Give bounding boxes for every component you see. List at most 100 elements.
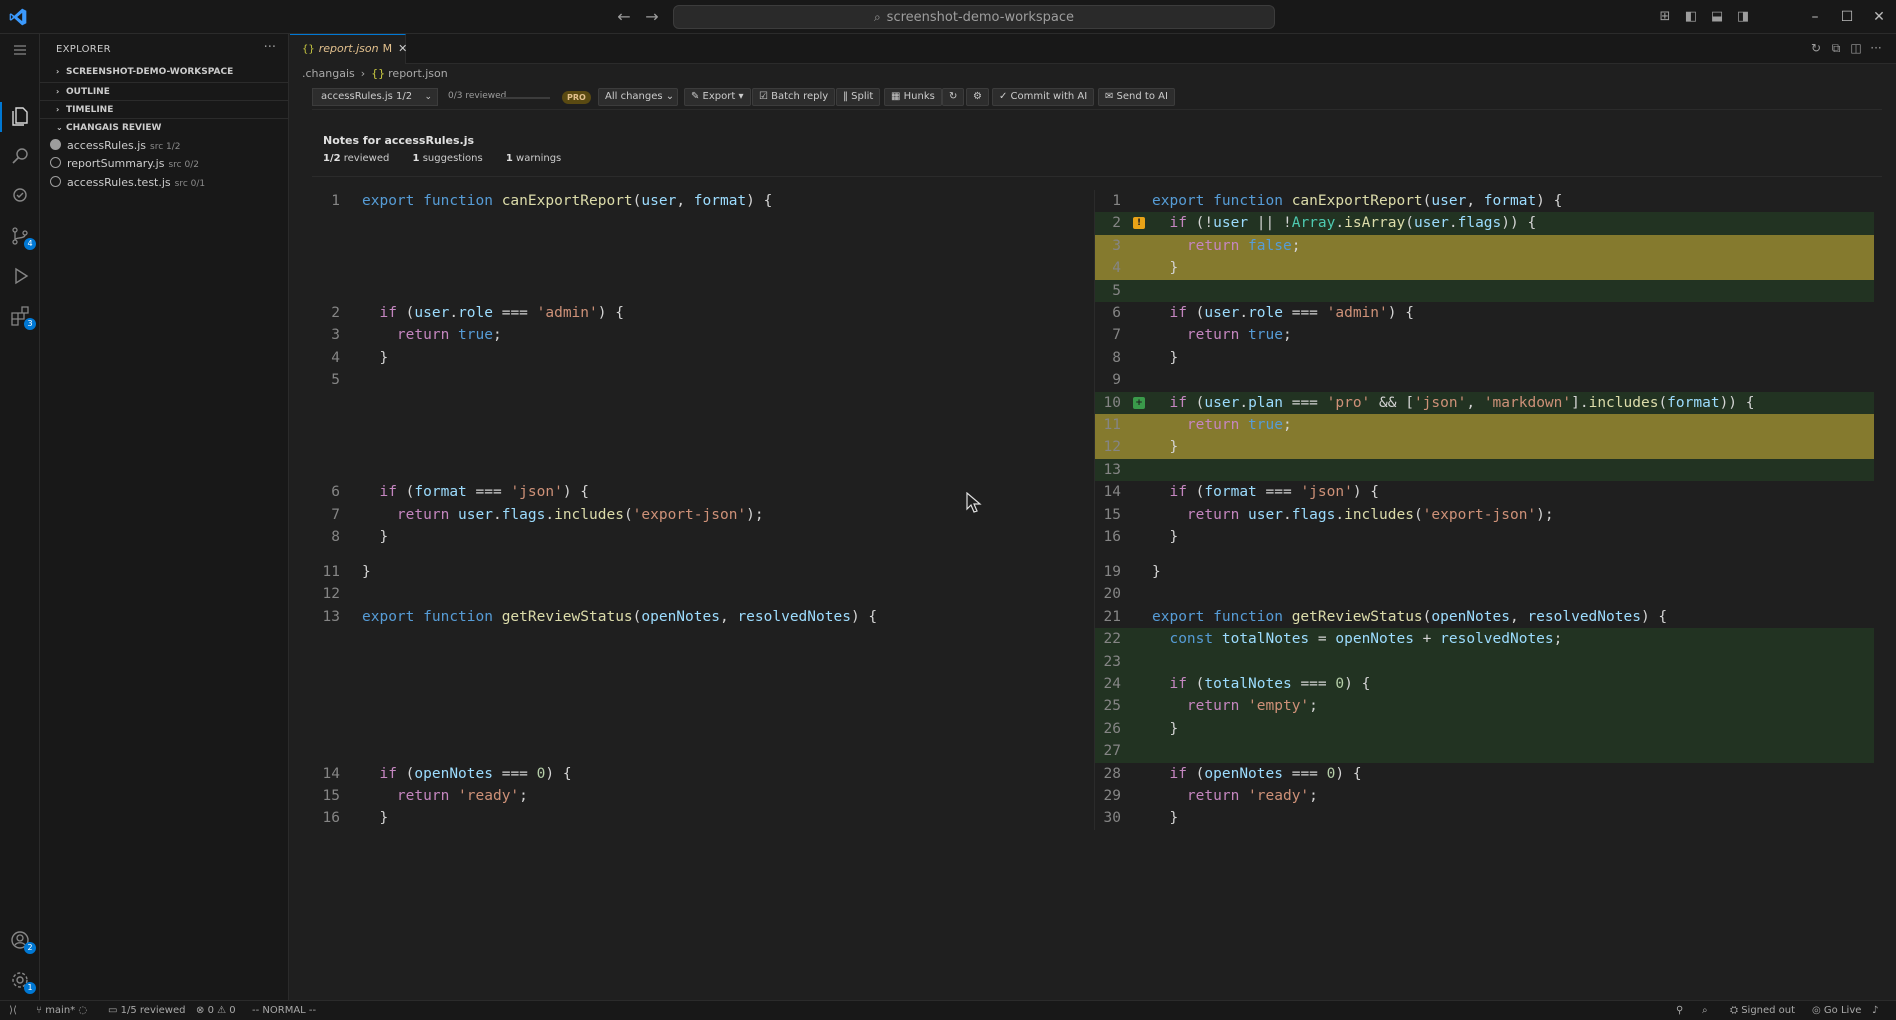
code-line: 8 } (331, 529, 389, 545)
code-line-added: 25 return 'empty'; (1095, 695, 1874, 718)
code-line-added: 2! if (!user || !Array.isArray(user.flag… (1095, 212, 1874, 235)
chevron-right-icon: › (56, 67, 60, 76)
code-line-added: 24 if (totalNotes === 0) { (1095, 673, 1874, 696)
activity-bar: 4 3 2 1 (0, 34, 40, 1000)
go-live-button[interactable]: ◎ Go Live (1812, 1001, 1861, 1020)
code-line-added: 27 (1095, 740, 1874, 763)
code-line-added: 5 (1095, 279, 1874, 302)
more-actions-icon[interactable]: ··· (1866, 41, 1886, 55)
section-outline[interactable]: › OUTLINE (40, 82, 289, 100)
review-toolbar: accessRules.js 1/2 ⌄ 0/3 reviewed PRO All… (312, 88, 1882, 110)
review-file-item[interactable]: reportSummary.js src 0/2 (50, 155, 199, 173)
diff-modified-pane[interactable]: 1 export function canExportReport(user, f… (1094, 190, 1874, 830)
hunks-button[interactable]: ▦ Hunks (884, 88, 942, 106)
code-line: 5 (331, 372, 340, 389)
search-icon[interactable] (8, 144, 32, 168)
review-status[interactable]: ▭ 1/5 reviewed (108, 1001, 185, 1020)
code-line: 15 return 'ready'; (322, 788, 528, 804)
close-tab-icon[interactable]: ✕ (398, 42, 407, 55)
refresh-icon[interactable]: ↻ (1806, 41, 1826, 55)
notes-title: Notes for accessRules.js (323, 134, 475, 147)
code-line: 3 return true; (331, 327, 502, 344)
search-icon: ⌕ (873, 10, 881, 24)
changes-filter-select[interactable]: All changes ⌄ (598, 88, 678, 106)
accounts-badge: 2 (24, 942, 36, 954)
review-file-item[interactable]: accessRules.test.js src 0/1 (50, 174, 205, 192)
source-control-icon[interactable]: 4 (8, 224, 36, 250)
refresh-button[interactable]: ↻ (942, 88, 965, 106)
pending-circle-icon (50, 157, 61, 168)
review-icon[interactable] (8, 184, 32, 208)
settings-gear-icon[interactable]: 1 (8, 968, 36, 994)
review-file-item[interactable]: accessRules.js src 1/2 (50, 137, 181, 155)
chevron-right-icon: › (56, 87, 60, 96)
pending-circle-icon (50, 176, 61, 187)
maximize-button[interactable]: ☐ (1836, 6, 1858, 28)
location-icon[interactable]: ⚲ (1676, 1001, 1683, 1020)
run-debug-icon[interactable] (8, 264, 32, 288)
code-line-added: 13 (1095, 458, 1874, 482)
status-bar: ⟩⟨ ⑂ main* ◌ ▭ 1/5 reviewed ⊗ 0 ⚠ 0 -- N… (0, 1000, 1896, 1020)
code-line: 20 (1103, 586, 1121, 603)
problems-indicator[interactable]: ⊗ 0 ⚠ 0 (196, 1001, 236, 1020)
commit-with-ai-button[interactable]: ✓ Commit with AI (992, 88, 1095, 106)
review-progress-bar (500, 97, 550, 99)
section-timeline[interactable]: › TIMELINE (40, 100, 289, 118)
code-line-highlighted: 12 } (1095, 436, 1874, 459)
mouse-cursor-icon (966, 492, 982, 513)
zoom-icon[interactable]: ⌕ (1702, 1001, 1708, 1020)
split-button[interactable]: ‖ Split (836, 88, 881, 106)
code-line-added: 22 const totalNotes = openNotes + resolv… (1095, 628, 1874, 651)
command-center-search[interactable]: ⌕ screenshot-demo-workspace (673, 5, 1275, 29)
toggle-panel-icon[interactable]: ⬓ (1708, 8, 1726, 26)
export-button[interactable]: ✎ Export ▾ (684, 88, 751, 106)
settings-button[interactable]: ⚙ (966, 88, 989, 106)
tab-bar: {} report.json M ✕ ↻ ⧉ ◫ ··· (290, 34, 1896, 64)
explorer-icon[interactable] (8, 104, 32, 128)
remote-indicator-icon[interactable]: ⟩⟨ (0, 1001, 26, 1020)
extensions-icon[interactable]: 3 (8, 304, 36, 330)
reviewed-count: 0/3 reviewed (448, 91, 507, 101)
notifications-bell-icon[interactable]: ♪ (1872, 1001, 1878, 1020)
code-line: 13 export function getReviewStatus(openNo… (322, 608, 878, 625)
explorer-sidebar: EXPLORER ··· › SCREENSHOT-DEMO-WORKSPACE … (40, 34, 289, 1000)
code-line-highlighted: 4 } (1095, 257, 1874, 280)
vim-mode: -- NORMAL -- (252, 1005, 317, 1016)
back-arrow-icon[interactable]: ← (614, 7, 634, 27)
split-editor-icon[interactable]: ◫ (1846, 41, 1866, 55)
send-to-ai-button[interactable]: ✉ Send to AI (1098, 88, 1175, 106)
code-line: 29 return 'ready'; (1103, 788, 1318, 804)
forward-arrow-icon[interactable]: → (642, 7, 662, 27)
editor-area: {} report.json M ✕ ↻ ⧉ ◫ ··· .changais ›{} repor… (290, 34, 1896, 1000)
broadcast-icon: ◎ (1812, 1005, 1821, 1016)
file-select[interactable]: accessRules.js 1/2 ⌄ (312, 88, 438, 106)
customize-layout-icon[interactable]: ⊞ (1656, 8, 1674, 26)
code-line: 16 } (322, 810, 389, 827)
source-control-badge: 4 (24, 238, 36, 250)
tab-report-json[interactable]: {} report.json M ✕ (290, 34, 407, 64)
suggestion-note-icon[interactable]: + (1133, 396, 1145, 409)
account-status[interactable]: ⛭ Signed out (1730, 1001, 1795, 1020)
section-changais-review[interactable]: ⌄ CHANGAIS REVIEW (40, 118, 289, 136)
accounts-icon[interactable]: 2 (8, 928, 36, 954)
close-window-button[interactable]: ✕ (1868, 6, 1890, 28)
code-line: 1 export function canExportReport(user, f… (331, 193, 773, 209)
batch-reply-button[interactable]: ☑ Batch reply (752, 88, 836, 106)
code-line-highlighted: 3 return false; (1095, 234, 1874, 258)
editor-actions: ↻ ⧉ ◫ ··· (1806, 41, 1886, 56)
more-actions-icon[interactable]: ··· (264, 40, 276, 55)
toggle-secondary-sidebar-icon[interactable]: ◨ (1734, 8, 1752, 26)
code-line-highlighted: 11 return true; (1095, 414, 1874, 437)
chevron-right-icon: › (56, 105, 60, 114)
toggle-primary-sidebar-icon[interactable]: ◧ (1682, 8, 1700, 26)
minimize-button[interactable]: – (1804, 6, 1826, 28)
code-line: 15 return user.flags.includes('export-js… (1103, 506, 1554, 523)
code-line: 12 (322, 586, 340, 603)
branch-indicator[interactable]: ⑂ main* ◌ (36, 1001, 87, 1020)
title-bar: ← → ⌕ screenshot-demo-workspace ⊞ ◧ ⬓ ◨ –… (0, 0, 1896, 34)
open-changes-icon[interactable]: ⧉ (1826, 41, 1846, 56)
section-workspace[interactable]: › SCREENSHOT-DEMO-WORKSPACE (40, 63, 289, 81)
warning-note-icon[interactable]: ! (1133, 217, 1145, 230)
menu-icon[interactable] (8, 38, 32, 62)
code-line: 14 if (format === 'json') { (1103, 484, 1380, 501)
